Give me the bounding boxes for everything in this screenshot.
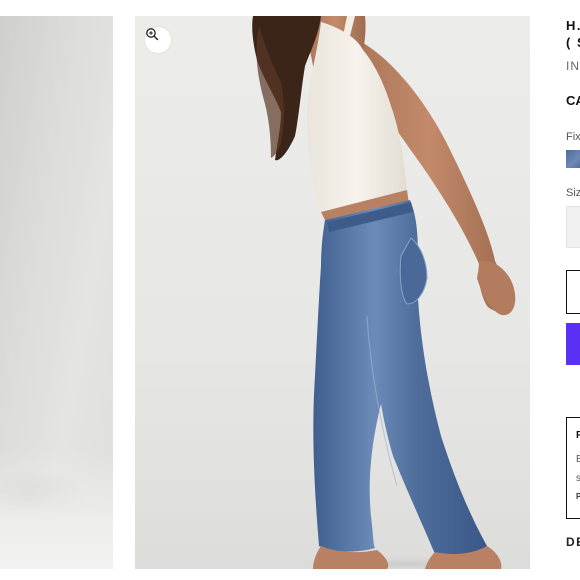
product-page: H. ( S IN CA Fix Siz F E s P DE [0, 0, 580, 580]
model-tank-top [307, 22, 407, 216]
promo-title: F [576, 430, 580, 441]
model-jeans [313, 200, 487, 555]
promo-text-line3: P [576, 492, 580, 501]
size-label: Siz [566, 187, 580, 199]
zoom-in-icon [146, 28, 165, 47]
express-pay-button[interactable] [566, 323, 580, 365]
model-hand [477, 260, 516, 316]
product-title-line2: ( S [566, 35, 580, 50]
promo-text-line2: s [576, 473, 580, 484]
stock-status: IN [566, 59, 580, 73]
product-title-line1: H. [566, 18, 580, 33]
product-info: H. ( S IN CA Fix Siz F E s P DE [566, 0, 580, 580]
size-option[interactable] [566, 206, 580, 248]
product-title: H. ( S [566, 17, 580, 51]
floor [0, 449, 113, 569]
color-swatch[interactable] [566, 150, 580, 168]
add-to-cart-button[interactable] [566, 270, 580, 314]
model-photo [252, 16, 530, 569]
zoom-button[interactable] [145, 27, 171, 53]
gallery-image-previous[interactable] [0, 16, 113, 569]
product-price: CA [566, 93, 580, 108]
fit-label: Fix [566, 131, 580, 143]
gallery-image-main[interactable] [135, 16, 530, 569]
details-toggle[interactable]: DE [566, 535, 580, 549]
promo-box: F E s P [566, 417, 580, 519]
promo-text-line1: E [576, 454, 580, 465]
